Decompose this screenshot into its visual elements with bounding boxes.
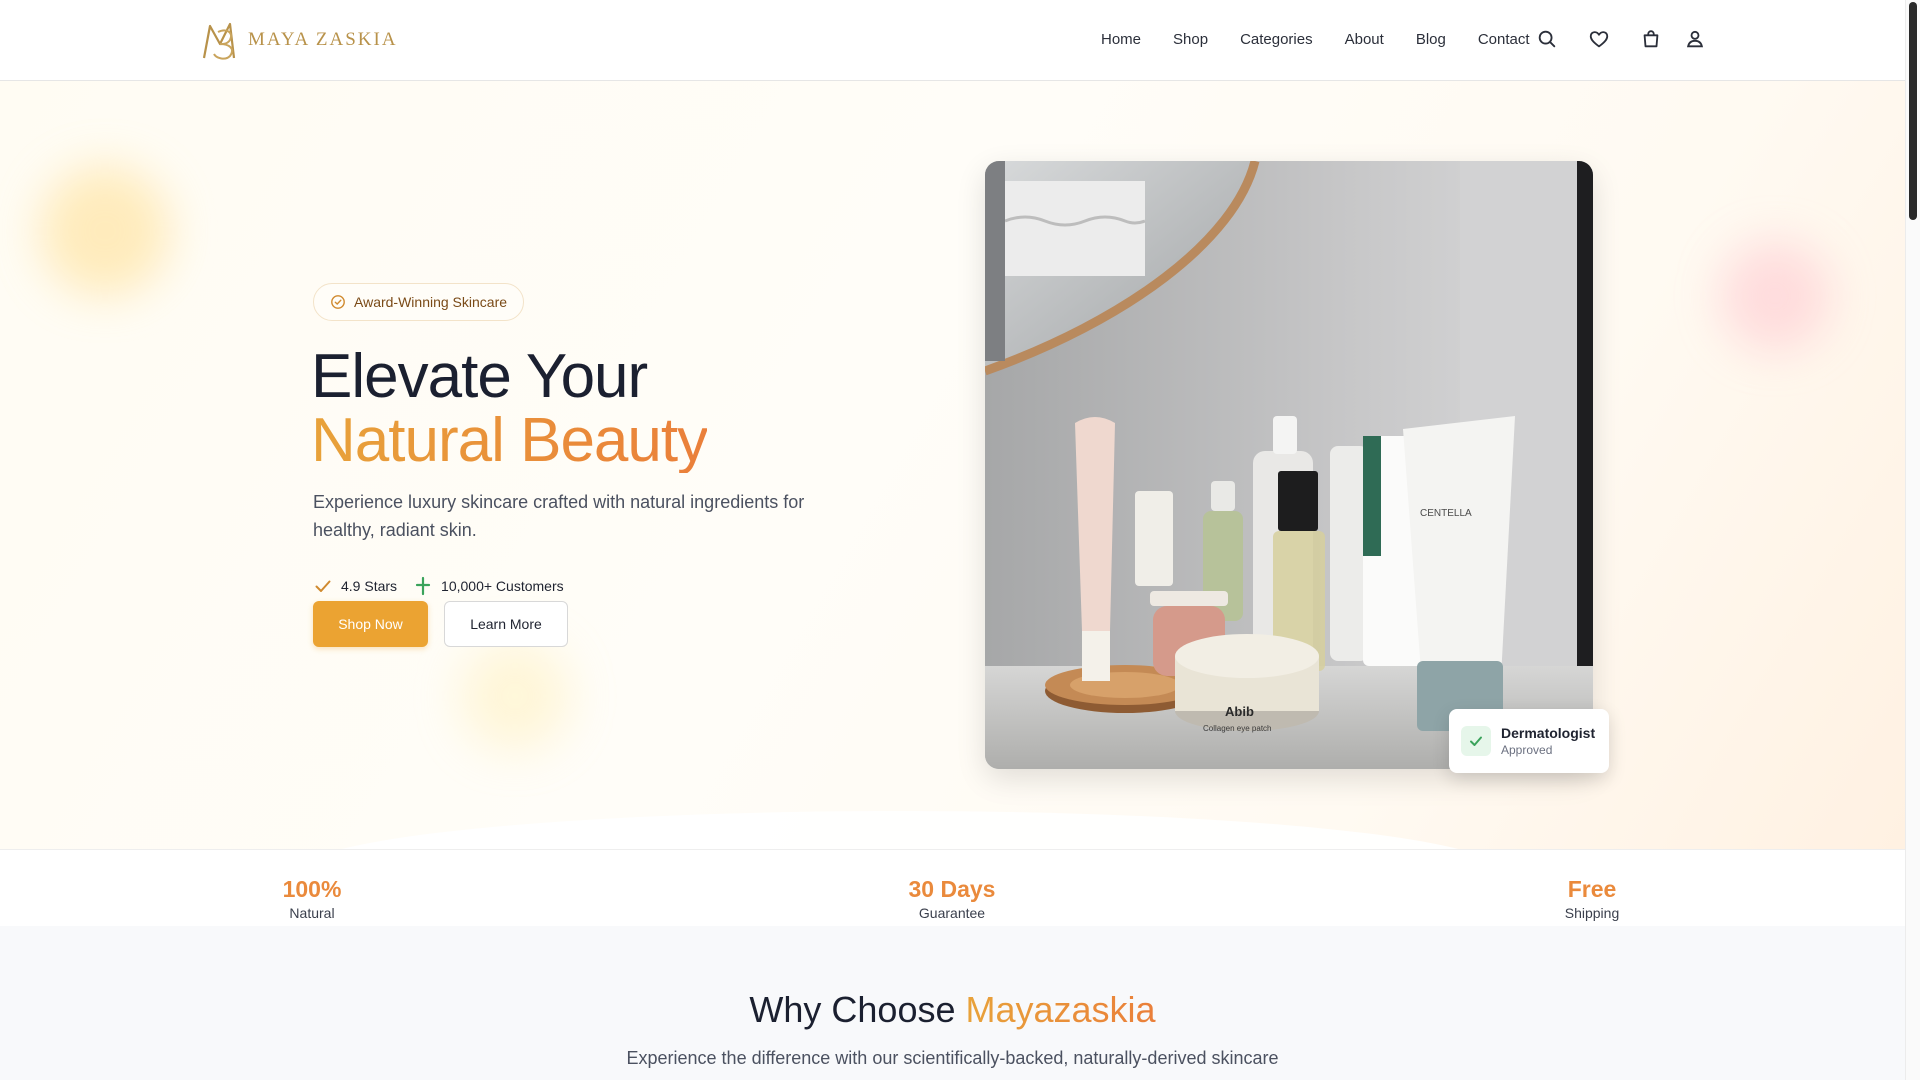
brand-name: MAYA ZASKIA	[248, 29, 398, 50]
main-nav: Home Shop Categories About Blog Contact	[1101, 29, 1530, 51]
award-badge: Award-Winning Skincare	[313, 283, 525, 321]
nav-about[interactable]: About	[1345, 29, 1384, 51]
headline-line-1: Elevate Your	[311, 342, 648, 411]
search-icon[interactable]	[1536, 28, 1560, 52]
nav-blog[interactable]: Blog	[1416, 29, 1446, 51]
scrollbar-thumb[interactable]	[1909, 2, 1917, 220]
rating-label: 4.9 Stars	[341, 578, 398, 594]
decorative-blob	[40, 166, 170, 296]
stat-value: Free	[1567, 876, 1617, 902]
stat-label: Guarantee	[918, 905, 986, 921]
logo-monogram-icon	[202, 22, 236, 60]
why-subtitle: Experience the difference with our scien…	[626, 1048, 1279, 1068]
site-header: MAYA ZASKIA Home Shop Categories About B…	[0, 0, 1905, 81]
rating-stat: 4.9 Stars	[313, 576, 397, 596]
dermatologist-approved-card: Dermatologist Approved	[1449, 709, 1609, 773]
user-icon[interactable]	[1684, 28, 1708, 52]
customers-label: 10,000+ Customers	[441, 578, 564, 594]
check-icon	[315, 580, 331, 592]
stat-value: 30 Days	[908, 876, 996, 902]
hero-product-image: CENTELLA Abib Collagen eye patch	[985, 161, 1593, 769]
centella-label: CENTELLA	[1420, 508, 1472, 519]
hero-subtext: Experience luxury skincare crafted with …	[313, 492, 805, 540]
nav-categories[interactable]: Categories	[1240, 29, 1313, 51]
nav-contact[interactable]: Contact	[1478, 29, 1530, 51]
skincare-products-illustration: CENTELLA Abib Collagen eye patch	[985, 161, 1593, 769]
abib-product-label: Collagen eye patch	[1203, 724, 1272, 733]
stat-natural: 100% Natural	[212, 876, 412, 923]
stat-value: 100%	[282, 876, 342, 902]
why-title: Why Choose Mayazaskia	[0, 989, 1905, 1031]
hero-section	[0, 81, 1905, 849]
stat-label: Natural	[289, 905, 335, 921]
plus-icon	[415, 576, 431, 596]
why-choose-section: Why Choose Mayazaskia Experience the dif…	[0, 926, 1905, 1080]
learn-more-button[interactable]: Learn More	[444, 601, 568, 647]
decorative-blob	[460, 641, 570, 751]
nav-shop[interactable]: Shop	[1173, 29, 1208, 51]
hero-headline: Elevate Your Natural Beauty	[311, 342, 708, 475]
stat-shipping: Free Shipping	[1492, 876, 1692, 923]
approval-text: Dermatologist Approved	[1501, 725, 1595, 758]
decorative-blob	[1720, 241, 1830, 351]
decorative-wave	[300, 811, 1500, 849]
shopping-bag-icon[interactable]	[1640, 28, 1664, 52]
stats-band: 100% Natural 30 Days Guarantee Free Ship…	[0, 849, 1905, 926]
award-check-icon	[331, 295, 345, 309]
nav-home[interactable]: Home	[1101, 29, 1141, 51]
stat-guarantee: 30 Days Guarantee	[852, 876, 1052, 923]
customers-stat: 10,000+ Customers	[413, 576, 564, 596]
why-title-accent: Mayazaskia	[965, 989, 1156, 1030]
stat-label: Shipping	[1564, 905, 1620, 921]
headline-line-2: Natural Beauty	[311, 406, 708, 475]
abib-brand-label: Abib	[1225, 704, 1254, 719]
award-badge-label: Award-Winning Skincare	[354, 294, 508, 310]
shop-now-button[interactable]: Shop Now	[313, 601, 428, 647]
page-scrollbar[interactable]	[1905, 0, 1920, 1080]
why-title-prefix: Why Choose	[749, 989, 966, 1030]
hero-social-proof: 4.9 Stars 10,000+ Customers	[313, 576, 564, 596]
approval-title: Dermatologist	[1501, 724, 1596, 741]
heart-icon[interactable]	[1588, 28, 1612, 52]
approval-subtitle: Approved	[1501, 742, 1553, 757]
brand-logo[interactable]: MAYA ZASKIA	[200, 18, 398, 62]
approval-check-icon	[1461, 726, 1491, 756]
